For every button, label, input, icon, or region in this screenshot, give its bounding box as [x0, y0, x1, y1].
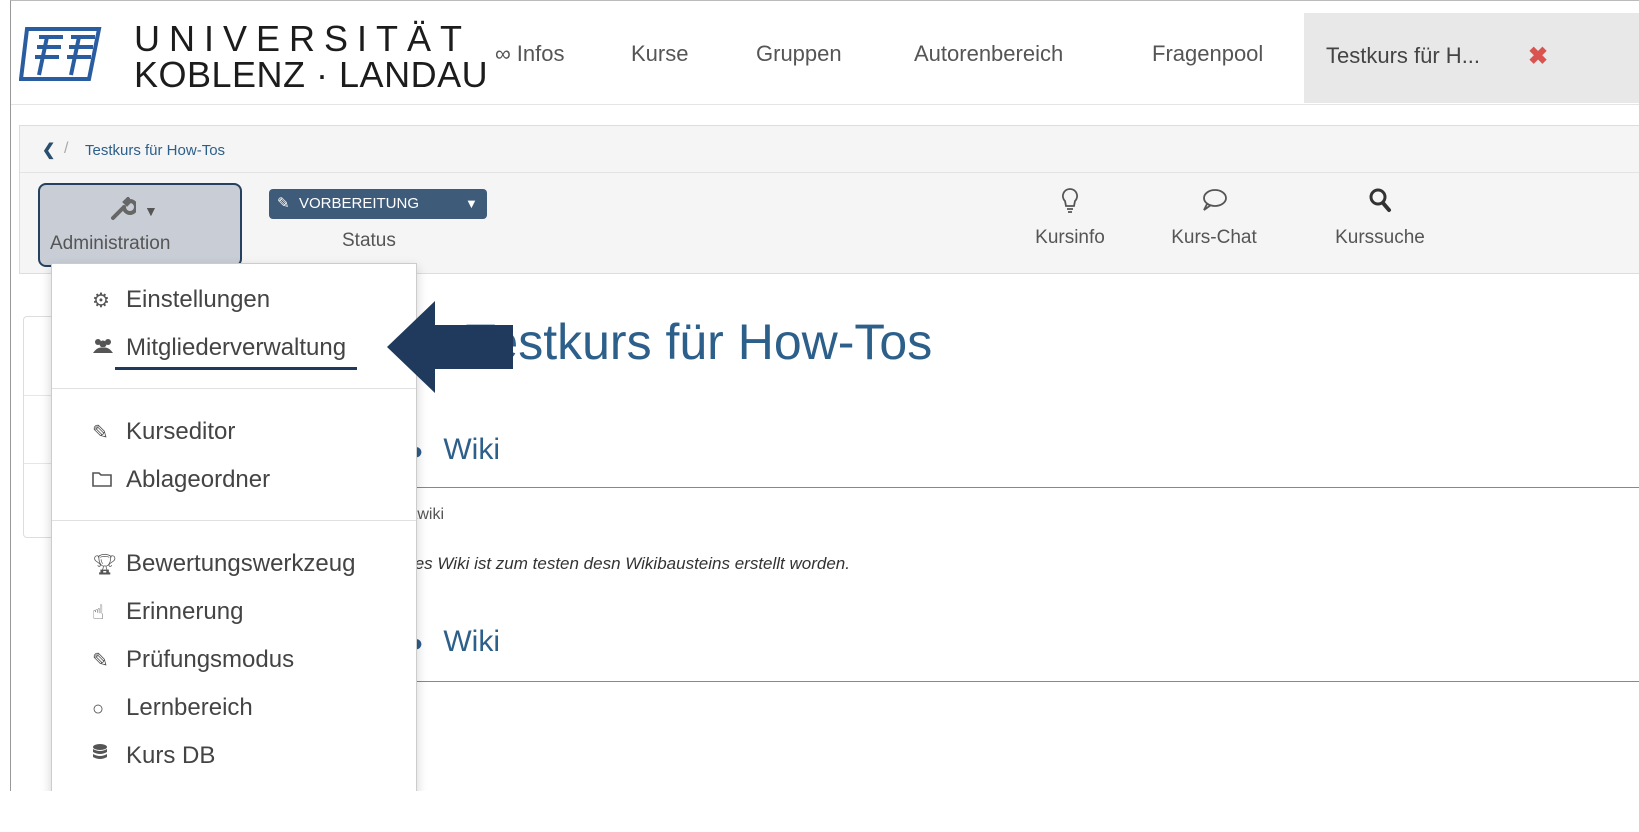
course-toolbar: ▼ Administration ✎ VORBEREITUNG ▼ Status… — [20, 173, 1639, 273]
lightbulb-icon — [1022, 187, 1118, 219]
status-badge-label: VORBEREITUNG — [299, 195, 420, 212]
nav-item-autorenbereich[interactable]: Autorenbereich — [914, 41, 1063, 67]
wiki-description: ieses Wiki ist zum testen desn Wikibaust… — [393, 554, 850, 573]
wrench-icon — [110, 195, 138, 228]
status-label: Status — [342, 230, 396, 251]
users-icon — [92, 337, 126, 361]
edit-icon: ✎ — [92, 650, 109, 672]
nav-item-fragenpool[interactable]: Fragenpool — [1152, 41, 1263, 67]
nav-tab-active-course[interactable]: Testkurs für H... ✖ — [1304, 13, 1639, 103]
gears-icon: ⚙ — [92, 290, 110, 312]
database-icon — [92, 743, 126, 769]
close-icon[interactable]: ✖ — [1528, 42, 1548, 71]
pencil-icon: ✎ — [277, 195, 290, 212]
menu-item-einstellungen[interactable]: ⚙ Einstellungen — [92, 286, 270, 314]
menu-item-mitgliederverwaltung[interactable]: Mitgliederverwaltung — [92, 334, 346, 362]
breadcrumb: ❮ / Testkurs für How-Tos — [20, 126, 1639, 173]
menu-item-label: Lernbereich — [126, 694, 253, 721]
menu-item-label: Bewertungswerkzeug — [126, 550, 356, 577]
menu-item-kurs-db[interactable]: Kurs DB — [92, 742, 215, 770]
menu-item-label: Kurs DB — [126, 742, 216, 769]
breadcrumb-current-link[interactable]: Testkurs für How-Tos — [85, 142, 225, 159]
menu-item-label: Prüfungsmodus — [126, 646, 295, 673]
search-icon — [1325, 187, 1435, 219]
administration-button[interactable]: ▼ Administration — [38, 183, 242, 267]
kurssuche-label: Kurssuche — [1335, 227, 1425, 248]
kurssuche-button[interactable]: Kurssuche — [1325, 187, 1435, 249]
menu-divider — [52, 388, 416, 389]
page-title-text: Testkurs für How-Tos — [465, 314, 933, 370]
kursinfo-label: Kursinfo — [1035, 227, 1105, 248]
back-chevron-icon[interactable]: ❮ — [42, 140, 55, 160]
administration-dropdown-menu: ⚙ Einstellungen Mitgliederverwaltung ✎ Kur… — [51, 263, 417, 791]
nav-item-infos[interactable]: ∞ Infos — [495, 41, 565, 67]
browser-frame: UNIVERSITÄT KOBLENZ · LANDAU ∞ Infos Kur… — [10, 0, 1639, 791]
trophy-icon: 🏆︎ — [92, 554, 118, 576]
chevron-down-icon: ▼ — [144, 203, 158, 219]
annotation-arrow-icon — [387, 301, 513, 393]
kursinfo-button[interactable]: Kursinfo — [1022, 187, 1118, 249]
chat-icon — [1158, 187, 1270, 219]
university-logo[interactable]: UNIVERSITÄT KOBLENZ · LANDAU — [19, 15, 488, 95]
menu-item-erinnerung[interactable]: ☝︎ Erinnerung — [92, 598, 243, 626]
kurs-chat-label: Kurs-Chat — [1171, 227, 1257, 248]
menu-item-pruefungsmodus[interactable]: ✎ Prüfungsmodus — [92, 646, 294, 674]
menu-item-label: Kurseditor — [126, 418, 236, 445]
logo-text-line2: KOBLENZ · LANDAU — [134, 54, 489, 95]
course-toolbar-panel: ❮ / Testkurs für How-Tos ▼ Administratio… — [19, 125, 1639, 274]
folder-icon — [92, 470, 126, 493]
menu-item-label: Mitgliederverwaltung — [126, 334, 347, 361]
menu-item-label: Einstellungen — [126, 286, 271, 313]
circle-icon: ○ — [92, 698, 105, 720]
menu-item-kurseditor[interactable]: ✎ Kurseditor — [92, 418, 235, 446]
wiki-heading-text: Wiki — [443, 625, 500, 658]
university-logo-mark-icon — [19, 27, 102, 81]
status-dropdown-button[interactable]: ✎ VORBEREITUNG ▼ — [269, 189, 487, 219]
section-divider — [409, 487, 1639, 488]
chevron-down-icon: ▼ — [465, 196, 478, 211]
wiki-section-heading[interactable]: ● Wiki — [409, 625, 500, 659]
wiki-heading-text: Wiki — [443, 433, 500, 466]
menu-item-bewertungswerkzeug[interactable]: 🏆︎ Bewertungswerkzeug — [92, 550, 355, 578]
administration-label: Administration — [50, 233, 171, 254]
menu-divider — [52, 520, 416, 521]
page-bottom-margin — [0, 792, 1639, 832]
kurs-chat-button[interactable]: Kurs-Chat — [1158, 187, 1270, 249]
menu-item-label: Erinnerung — [126, 598, 244, 625]
nav-tab-active-label: Testkurs für H... — [1326, 43, 1481, 68]
section-divider — [409, 681, 1639, 682]
pointer-icon: ☝︎ — [92, 602, 105, 624]
top-navigation: UNIVERSITÄT KOBLENZ · LANDAU ∞ Infos Kur… — [11, 1, 1639, 105]
menu-item-ablageordner[interactable]: Ablageordner — [92, 466, 270, 494]
nav-item-kurse[interactable]: Kurse — [631, 41, 688, 67]
logo-text-line1: UNIVERSITÄT — [134, 18, 472, 59]
nav-item-gruppen[interactable]: Gruppen — [756, 41, 842, 67]
breadcrumb-separator: / — [64, 140, 69, 157]
menu-item-lernbereich[interactable]: ○ Lernbereich — [92, 694, 253, 722]
wiki-section-heading[interactable]: ● Wiki — [409, 433, 500, 467]
edit-icon: ✎ — [92, 422, 109, 444]
menu-item-label: Ablageordner — [126, 466, 271, 493]
annotation-underline — [115, 367, 357, 370]
